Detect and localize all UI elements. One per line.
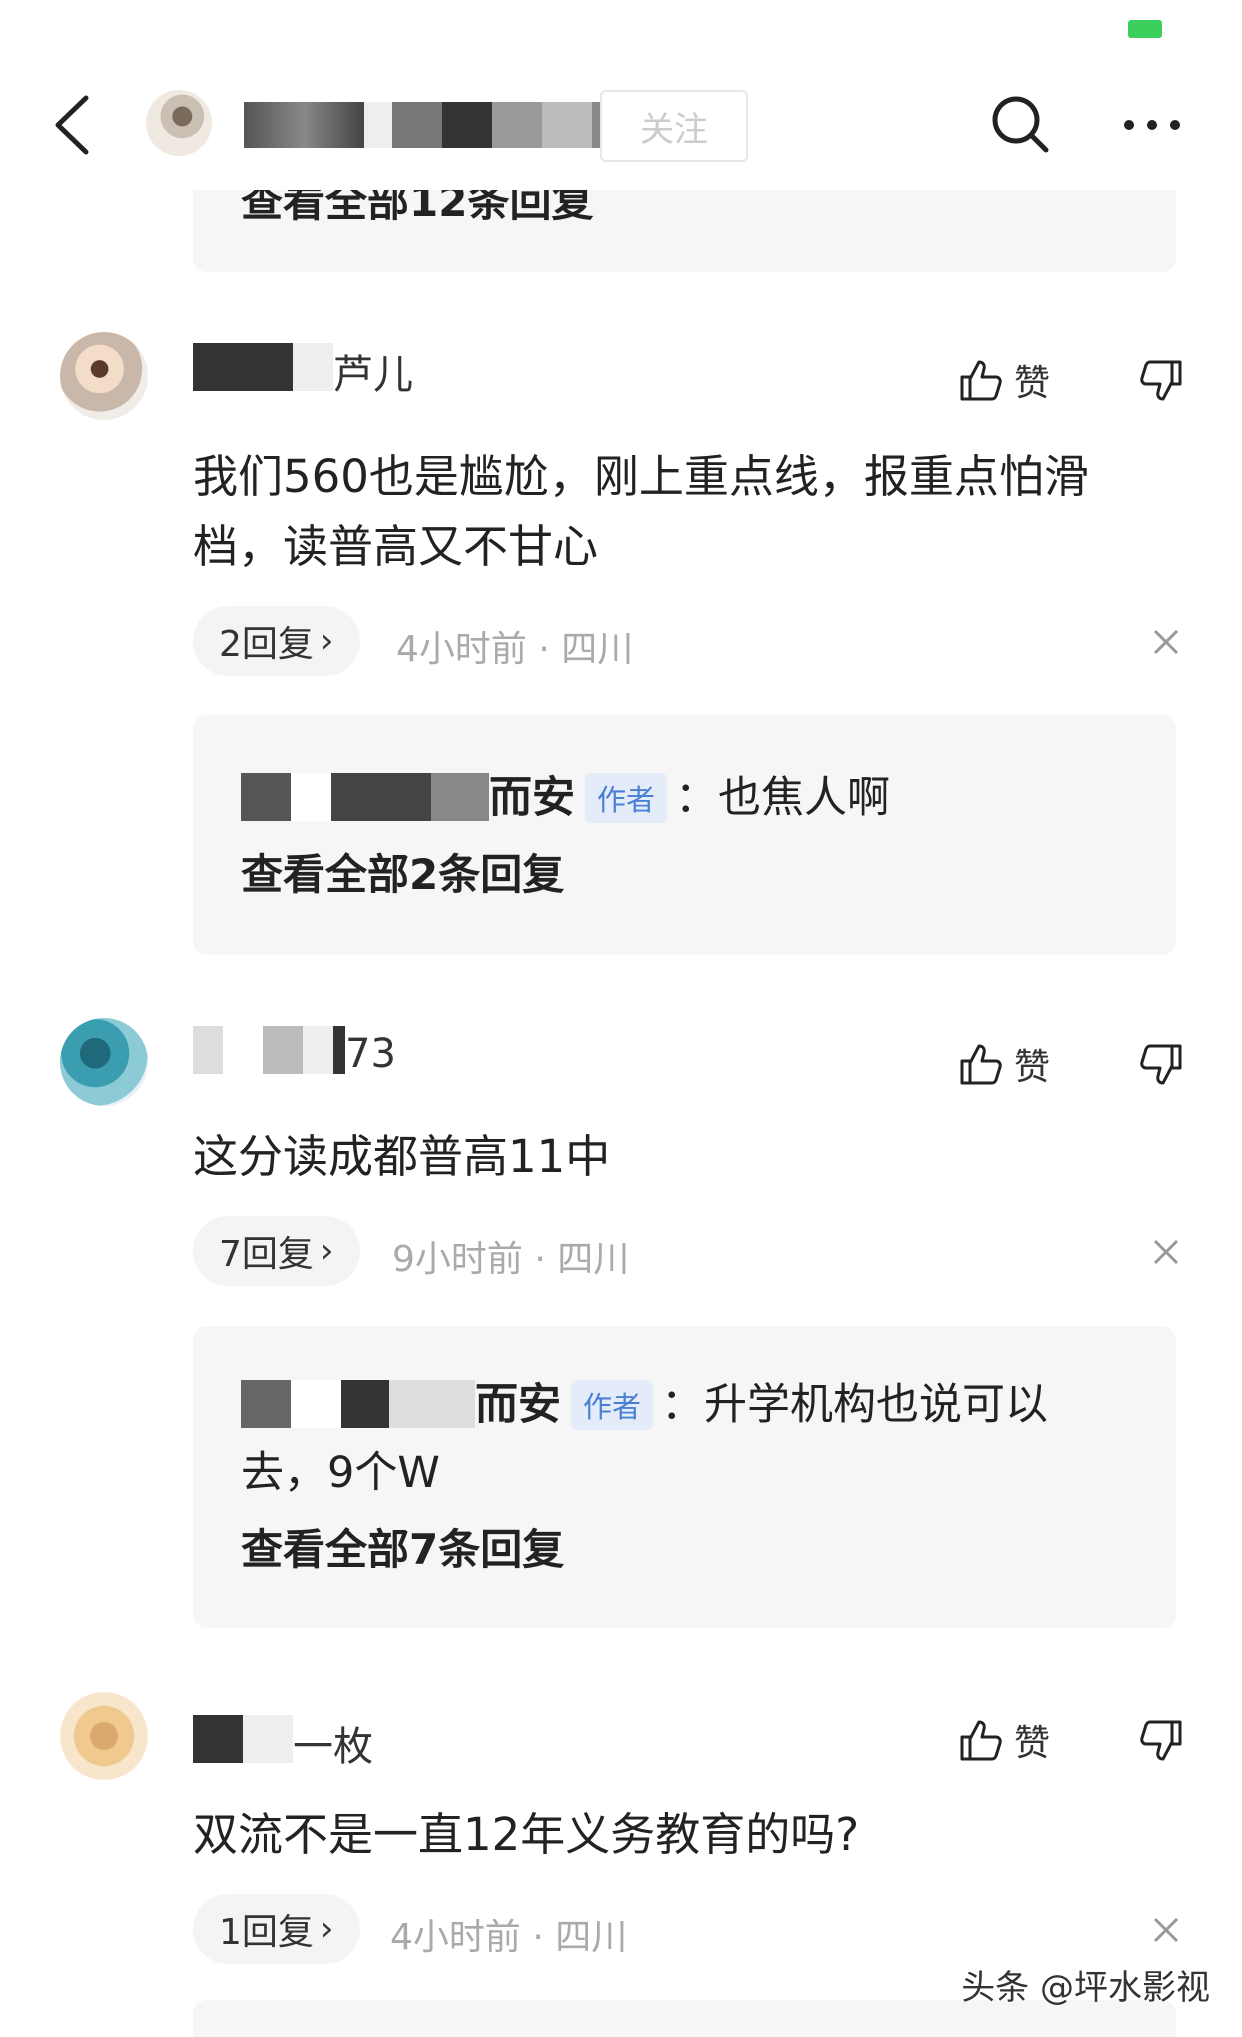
commenter-avatar[interactable]	[60, 1018, 148, 1106]
thumbs-up-icon	[960, 1044, 1002, 1085]
comment-meta: 4小时前 · 四川	[396, 629, 634, 670]
comment-meta: 4小时前 · 四川	[390, 1917, 628, 1958]
like-button[interactable]: 赞	[958, 1714, 1050, 1766]
top-nav-bar: 关注	[0, 60, 1242, 190]
more-options-icon[interactable]	[1120, 116, 1184, 134]
comment-text: 这分读成都普高11中	[193, 1130, 611, 1183]
close-icon[interactable]	[1152, 628, 1180, 656]
close-icon[interactable]	[1152, 1238, 1180, 1266]
author-badge: 作者	[585, 772, 668, 823]
comment-meta: 9小时前 · 四川	[392, 1239, 630, 1280]
author-avatar[interactable]	[146, 90, 212, 156]
reply-author-name[interactable]: 而安	[475, 1380, 561, 1430]
reply-preview-line: 而安 作者 ：升学机构也说可以	[241, 1370, 1048, 1436]
commenter-username[interactable]: 芦儿	[193, 342, 413, 400]
watermark: 头条 @坪水影视	[961, 1968, 1210, 2008]
thumbs-up-icon	[960, 1720, 1002, 1761]
reply-preview-box[interactable]: 而安 作者 ：也焦人啊 查看全部2条回复	[193, 715, 1176, 955]
commenter-avatar[interactable]	[60, 1692, 148, 1780]
view-all-replies-link[interactable]: 查看全部7条回复	[241, 1516, 564, 1577]
commenter-username[interactable]: 73	[193, 1026, 396, 1082]
reply-preview-line: 而安 作者 ：也焦人啊	[241, 763, 890, 829]
reply-preview-line-2: 去，9个W	[241, 1448, 440, 1498]
comment-text: 我们560也是尴尬，刚上重点线，报重点怕滑档，读普高又不甘心	[193, 450, 1089, 573]
chevron-right-icon: ›	[319, 1909, 334, 1949]
comment-text: 双流不是一直12年义务教育的吗?	[193, 1808, 860, 1861]
reply-count-button[interactable]: 1回复 ›	[193, 1894, 360, 1964]
thumbs-down-icon[interactable]	[1138, 1042, 1184, 1088]
author-badge: 作者	[571, 1379, 654, 1430]
thumbs-down-icon[interactable]	[1138, 1718, 1184, 1764]
chevron-right-icon: ›	[319, 1231, 334, 1271]
battery-icon	[1128, 20, 1162, 38]
follow-button[interactable]: 关注	[600, 90, 748, 162]
author-name-redacted[interactable]	[244, 102, 640, 148]
commenter-avatar[interactable]	[60, 332, 148, 420]
commenter-username[interactable]: 一枚	[193, 1714, 373, 1772]
search-icon[interactable]	[988, 92, 1052, 156]
like-button[interactable]: 赞	[958, 1038, 1050, 1090]
close-icon[interactable]	[1152, 1916, 1180, 1944]
reply-count-button[interactable]: 7回复 ›	[193, 1216, 360, 1286]
thumbs-down-icon[interactable]	[1138, 358, 1184, 404]
thumbs-up-icon	[960, 360, 1002, 401]
reply-author-name[interactable]: 而安	[489, 773, 575, 823]
chevron-right-icon: ›	[319, 621, 334, 661]
reply-count-button[interactable]: 2回复 ›	[193, 606, 360, 676]
like-button[interactable]: 赞	[958, 354, 1050, 406]
back-arrow-icon[interactable]	[48, 90, 98, 160]
reply-preview-box[interactable]: 而安 作者 ：升学机构也说可以 去，9个W 查看全部7条回复	[193, 1326, 1176, 1628]
view-all-replies-link[interactable]: 查看全部2条回复	[241, 841, 564, 902]
